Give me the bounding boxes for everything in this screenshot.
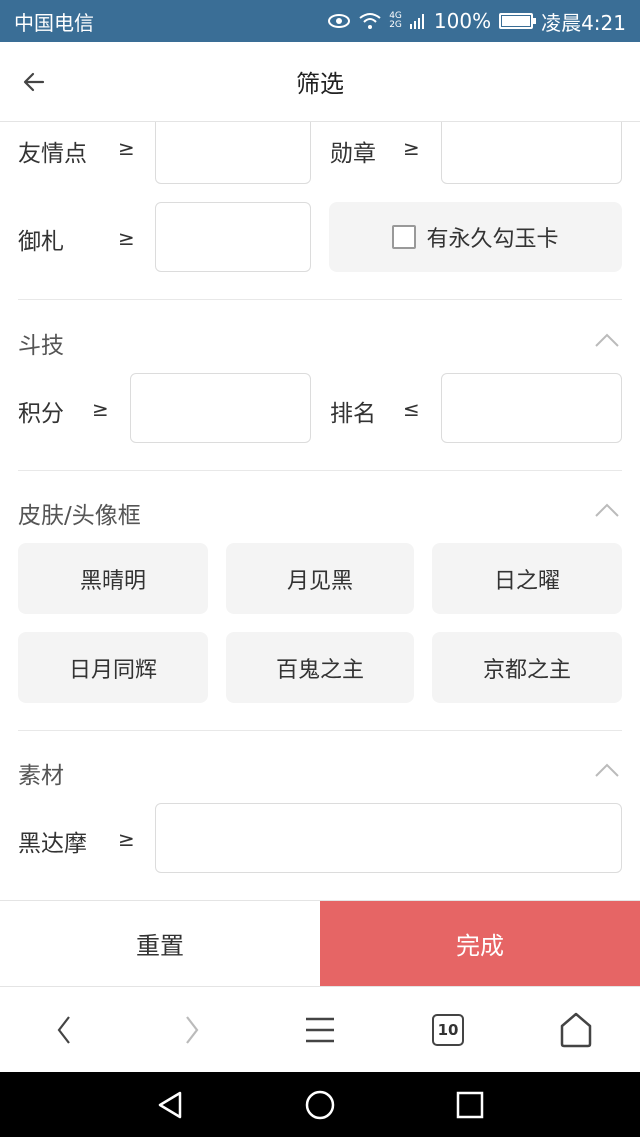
- header: 筛选: [0, 42, 640, 122]
- action-bar: 重置 完成: [0, 900, 640, 986]
- permanent-card-label: 有永久勾玉卡: [426, 227, 559, 252]
- medal-op: ≥: [403, 136, 420, 160]
- signal-icon: [409, 13, 426, 29]
- skin-chip[interactable]: 日之曜: [432, 543, 622, 614]
- tabs-button[interactable]: 10: [418, 1000, 478, 1060]
- friendship-input[interactable]: [155, 122, 311, 184]
- circle-home-icon: [305, 1090, 335, 1119]
- skin-chip[interactable]: 百鬼之主: [226, 632, 414, 703]
- triangle-back-icon: [158, 1091, 182, 1118]
- back-button[interactable]: [14, 62, 54, 102]
- done-button[interactable]: 完成: [320, 901, 640, 986]
- browser-forward-button[interactable]: [162, 1000, 222, 1060]
- chevron-up-icon[interactable]: [594, 332, 620, 348]
- android-nav-bar: [0, 1072, 640, 1137]
- home-icon: [560, 1012, 592, 1047]
- skin-chip[interactable]: 京都之主: [432, 632, 622, 703]
- filter-content[interactable]: 友情点 ≥ 勋章 ≥ 御札 ≥ 有永久勾玉卡 斗技 积分 ≥ 排名 ≤ 皮肤/头…: [0, 122, 640, 900]
- score-input[interactable]: [130, 373, 311, 443]
- amulet-op: ≥: [118, 226, 135, 250]
- medal-label: 勋章: [330, 141, 376, 167]
- eye-icon: [327, 13, 351, 29]
- skin-chip[interactable]: 黑晴明: [18, 543, 208, 614]
- browser-home-button[interactable]: [546, 1000, 606, 1060]
- page-title: 筛选: [296, 70, 344, 98]
- section-title-duel: 斗技: [18, 333, 64, 359]
- divider: [18, 730, 622, 731]
- browser-menu-button[interactable]: [290, 1000, 350, 1060]
- chevron-right-icon: [186, 1015, 199, 1044]
- skin-chip[interactable]: 月见黑: [226, 543, 414, 614]
- wifi-icon: [359, 12, 381, 30]
- chevron-up-icon[interactable]: [594, 762, 620, 778]
- chevron-left-icon: [57, 1015, 70, 1044]
- black-daruma-op: ≥: [118, 827, 135, 851]
- network-type: 4G 2G: [389, 11, 402, 30]
- black-daruma-label: 黑达摩: [18, 831, 87, 857]
- tab-count-badge: 10: [432, 1013, 464, 1046]
- browser-toolbar: 10: [0, 986, 640, 1072]
- divider: [18, 470, 622, 471]
- permanent-card-checkbox[interactable]: 有永久勾玉卡: [329, 202, 622, 272]
- rank-op: ≤: [403, 397, 420, 421]
- friendship-op: ≥: [118, 136, 135, 160]
- carrier-label: 中国电信: [14, 10, 94, 35]
- checkbox-box[interactable]: [392, 225, 417, 249]
- nav-home-button[interactable]: [300, 1085, 340, 1125]
- menu-icon: [306, 1017, 334, 1042]
- friendship-label: 友情点: [18, 141, 87, 167]
- score-op: ≥: [92, 397, 109, 421]
- medal-input[interactable]: [441, 122, 622, 184]
- reset-button[interactable]: 重置: [0, 901, 320, 986]
- skin-chip[interactable]: 日月同辉: [18, 632, 208, 703]
- amulet-label: 御札: [18, 229, 64, 255]
- battery-icon: [499, 13, 537, 29]
- amulet-input[interactable]: [155, 202, 311, 272]
- arrow-left-icon: [23, 72, 45, 92]
- battery-percent: 100%: [433, 9, 492, 33]
- nav-recents-button[interactable]: [450, 1085, 490, 1125]
- section-title-skin: 皮肤/头像框: [18, 503, 141, 529]
- status-bar: 中国电信 4G 2G 100% 凌晨4:21: [0, 0, 640, 42]
- rank-input[interactable]: [441, 373, 622, 443]
- black-daruma-input[interactable]: [155, 803, 622, 873]
- chevron-up-icon[interactable]: [594, 502, 620, 518]
- status-icons: 4G 2G 100% 凌晨4:21: [327, 7, 626, 36]
- score-label: 积分: [18, 401, 64, 427]
- section-title-material: 素材: [18, 763, 64, 789]
- square-recents-icon: [456, 1091, 484, 1118]
- nav-back-button[interactable]: [150, 1085, 190, 1125]
- divider: [18, 299, 622, 300]
- status-time: 凌晨4:21: [541, 10, 626, 35]
- browser-back-button[interactable]: [34, 1000, 94, 1060]
- rank-label: 排名: [330, 401, 376, 427]
